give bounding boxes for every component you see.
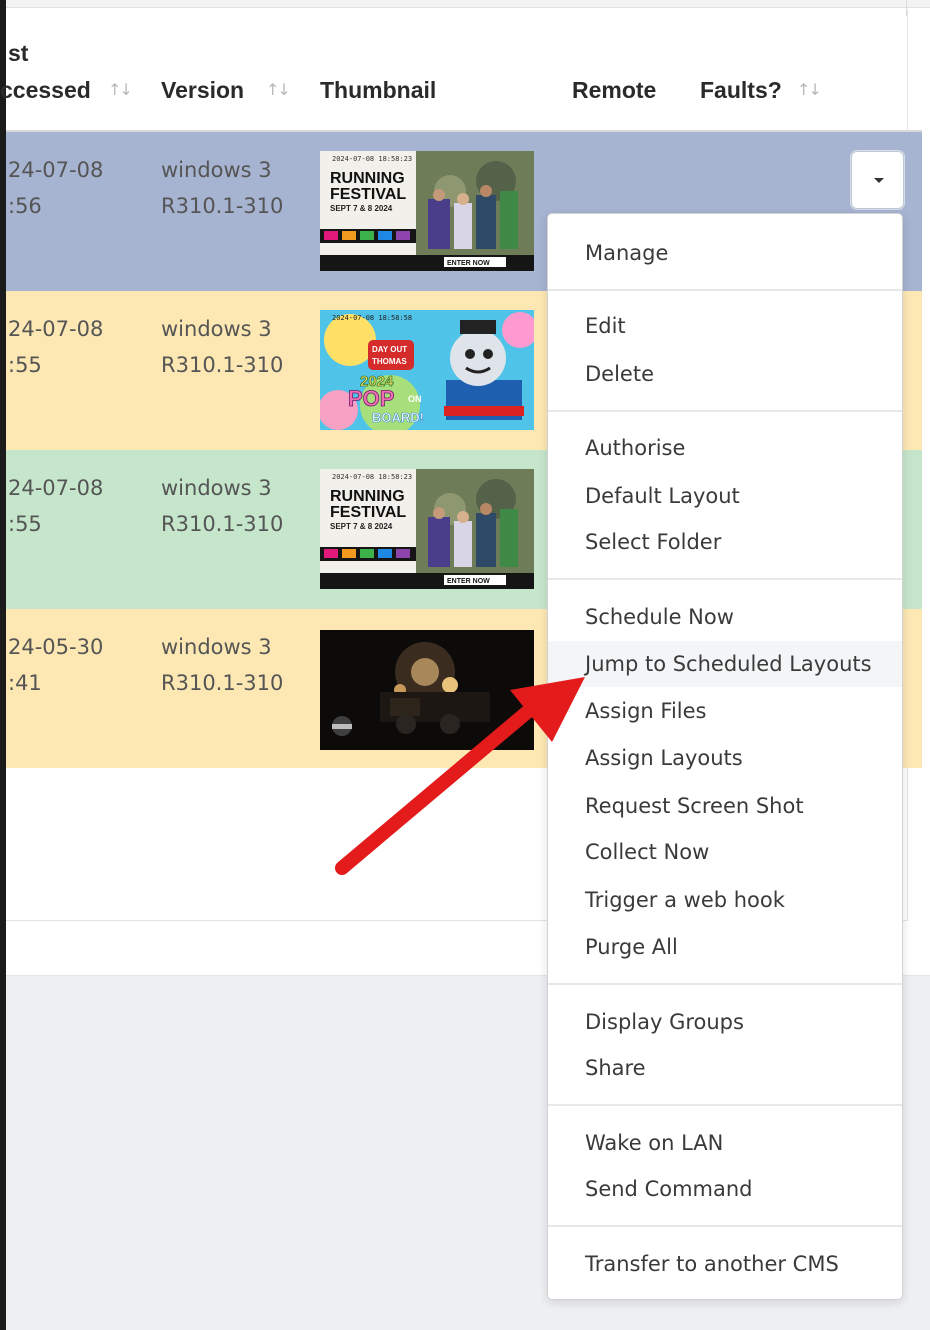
- annotation-arrow-icon: [335, 677, 585, 875]
